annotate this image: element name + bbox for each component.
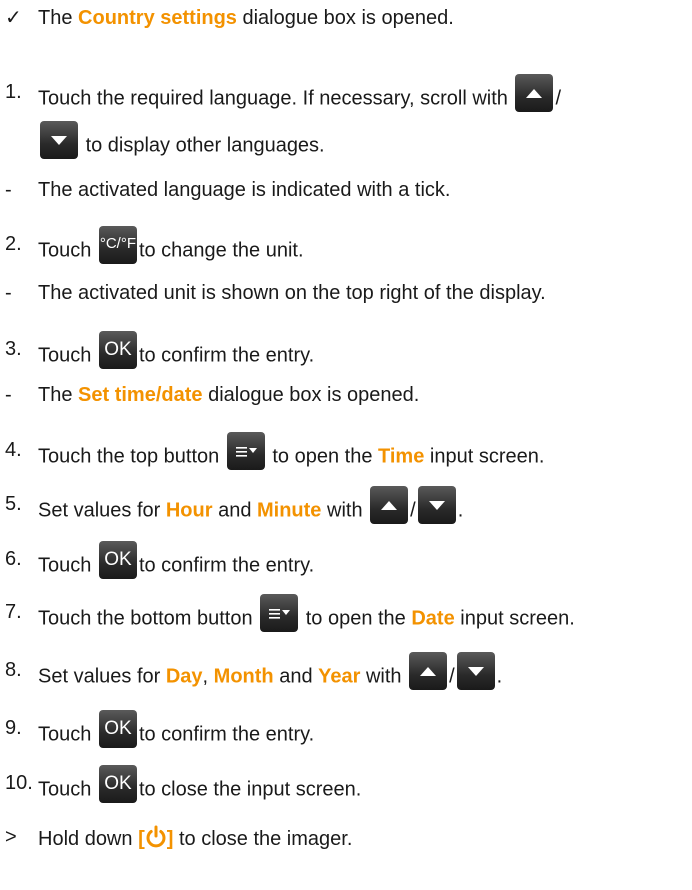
step-3-text: Touch xyxy=(38,344,97,367)
date-highlight: Date xyxy=(411,607,455,630)
final-text: Hold down xyxy=(38,828,139,850)
step-6-text-end: to confirm the entry. xyxy=(138,554,315,577)
celsius-fahrenheit-icon: °C/°F xyxy=(98,226,137,264)
ok-button-icon: OK xyxy=(98,541,137,579)
step-5-text: Set values for xyxy=(38,499,166,522)
step-6-text: Touch xyxy=(38,554,97,577)
step-10-text-end: to close the input screen. xyxy=(138,778,362,801)
precondition-text-end: dialogue box is opened. xyxy=(236,7,454,29)
ok-button-label: OK xyxy=(104,773,132,794)
step-8-text-with: with xyxy=(360,665,408,688)
year-highlight: Year xyxy=(318,665,361,688)
ok-button-label: OK xyxy=(104,718,132,739)
step-number: 3. xyxy=(5,338,22,360)
arrow-down-icon xyxy=(40,121,78,159)
country-settings-highlight: Country settings xyxy=(78,7,237,29)
step-number: 1. xyxy=(5,81,22,103)
precondition-text: The xyxy=(38,7,79,29)
dash-marker: - xyxy=(5,384,12,406)
ok-button-icon: OK xyxy=(98,765,137,803)
hour-highlight: Hour xyxy=(165,499,213,522)
arrow-down-icon xyxy=(456,652,495,690)
step-2-text: Touch xyxy=(38,239,97,262)
step-number: 8. xyxy=(5,659,22,681)
step-7-text-end: input screen. xyxy=(454,607,575,630)
month-highlight: Month xyxy=(213,665,274,688)
step-9-text: Touch xyxy=(38,723,97,746)
final-text-end: to close the imager. xyxy=(173,828,353,850)
instruction-document: ✓ The Country settings dialogue box is o… xyxy=(0,0,692,890)
separator: / xyxy=(555,87,562,110)
step-8-text-and: and xyxy=(273,665,319,688)
period: . xyxy=(496,665,503,688)
set-time-date-highlight: Set time/date xyxy=(78,384,203,406)
period: . xyxy=(457,499,464,522)
menu-dropdown-icon xyxy=(260,594,299,632)
step-5-text-and: and xyxy=(212,499,257,522)
dash-marker: - xyxy=(5,179,12,201)
minute-highlight: Minute xyxy=(257,499,322,522)
time-highlight: Time xyxy=(378,445,425,468)
step-number: 5. xyxy=(5,493,22,515)
arrow-up-icon xyxy=(409,652,448,690)
result-3-text-end: dialogue box is opened. xyxy=(202,384,420,406)
dash-marker: - xyxy=(5,282,12,304)
step-number: 6. xyxy=(5,548,22,570)
step-7-text: Touch the bottom button xyxy=(38,607,259,630)
comma: , xyxy=(202,665,214,688)
power-icon xyxy=(145,825,167,855)
ok-button-icon: OK xyxy=(98,710,137,748)
ok-button-label: OK xyxy=(104,549,132,570)
arrow-down-icon xyxy=(417,486,456,524)
step-number: 4. xyxy=(5,439,22,461)
ok-button-label: OK xyxy=(104,339,132,360)
step-4-text-mid: to open the xyxy=(266,445,379,468)
step-7-text-mid: to open the xyxy=(300,607,412,630)
step-1-text: Touch the required language. If necessar… xyxy=(38,87,514,110)
step-2-text-end: to change the unit. xyxy=(138,239,304,262)
step-1-text-end: to display other languages. xyxy=(85,134,325,157)
step-10-text: Touch xyxy=(38,778,97,801)
check-marker: ✓ xyxy=(5,7,22,29)
arrow-up-icon xyxy=(515,74,554,112)
open-bracket: [ xyxy=(138,828,145,850)
step-number: 9. xyxy=(5,717,22,739)
result-2-text: The activated unit is shown on the top r… xyxy=(38,282,546,304)
result-1-text: The activated language is indicated with… xyxy=(38,179,451,201)
menu-dropdown-icon xyxy=(226,432,265,470)
step-4-text-end: input screen. xyxy=(424,445,545,468)
ok-button-icon: OK xyxy=(98,331,137,369)
step-number: 10. xyxy=(5,772,33,794)
step-8-text: Set values for xyxy=(38,665,166,688)
unit-button-label: °C/°F xyxy=(99,235,137,252)
step-3-text-end: to confirm the entry. xyxy=(138,344,315,367)
step-5-text-with: with xyxy=(321,499,369,522)
step-number: 2. xyxy=(5,233,22,255)
step-4-text: Touch the top button xyxy=(38,445,225,468)
result-marker: > xyxy=(5,826,17,848)
arrow-up-icon xyxy=(370,486,409,524)
result-3-text: The xyxy=(38,384,79,406)
separator: / xyxy=(410,499,416,522)
day-highlight: Day xyxy=(165,665,203,688)
step-number: 7. xyxy=(5,601,22,623)
step-9-text-end: to confirm the entry. xyxy=(138,723,315,746)
separator: / xyxy=(449,665,455,688)
